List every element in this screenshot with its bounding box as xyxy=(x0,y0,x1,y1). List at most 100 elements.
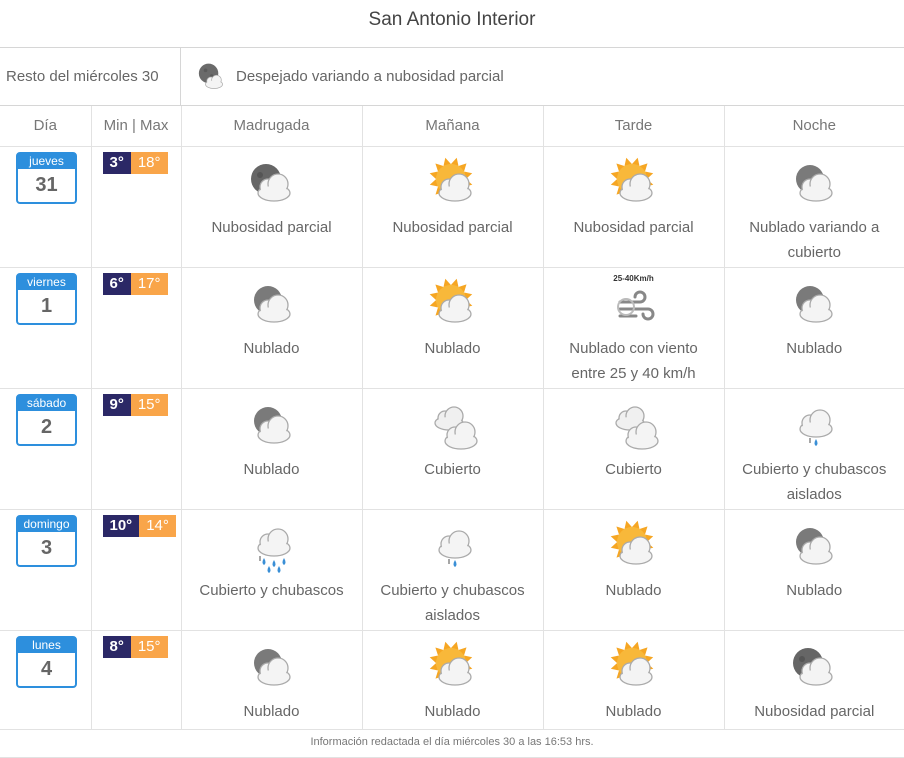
header-manana: Mañana xyxy=(362,106,544,147)
period-description: Nublado variando a cubierto xyxy=(749,218,880,261)
period-description: Nubosidad parcial xyxy=(754,702,875,720)
day-cell: jueves 31 xyxy=(0,146,92,268)
period-cell: Nublado xyxy=(543,509,725,631)
min-temperature: 6° xyxy=(102,272,131,295)
light-shower-icon xyxy=(799,408,833,446)
rain-showers-icon xyxy=(256,527,291,573)
calendar-day-number: 1 xyxy=(40,294,53,317)
day-cell: sábado 2 xyxy=(0,388,92,510)
period-cell: 25-40Km/h Nublado con viento entre 25 y 4… xyxy=(543,267,725,389)
period-description: Nublado xyxy=(424,339,481,357)
wind-icon xyxy=(616,290,654,320)
period-cell: Nublado xyxy=(181,267,363,389)
header-day: Día xyxy=(0,106,92,147)
period-description: Nublado xyxy=(605,702,662,720)
period-cell: Nublado variando a cubierto xyxy=(724,146,904,268)
cloud-icon xyxy=(253,648,291,686)
calendar-day-number: 4 xyxy=(40,657,53,680)
forecast-row: sábado 2 9° 15° Nublado Cubierto Cubierto Cubie… xyxy=(0,388,904,510)
period-cell: Nublado xyxy=(362,267,544,389)
calendar-day-number: 31 xyxy=(35,173,58,196)
period-description: Nublado xyxy=(605,581,662,599)
temperature-badge: 3° 18° xyxy=(102,151,168,174)
min-temperature: 3° xyxy=(102,151,131,174)
period-cell: Nublado xyxy=(181,388,363,510)
period-cell: Nublado xyxy=(362,630,544,730)
header-madrugada: Madrugada xyxy=(181,106,363,147)
calendar-badge: sábado 2 xyxy=(16,393,77,446)
period-cell: Cubierto y chubascos aislados xyxy=(362,509,544,631)
sun-cloud-icon xyxy=(610,157,653,202)
calendar-day-number: 2 xyxy=(40,415,53,438)
period-cell: Nubosidad parcial xyxy=(724,630,904,730)
period-description: Nublado xyxy=(786,339,843,357)
period-description: Nublado xyxy=(243,339,300,357)
sun-cloud-icon xyxy=(429,278,472,323)
period-description: Cubierto xyxy=(605,460,662,478)
period-description: Cubierto xyxy=(424,460,481,478)
period-description: Nublado xyxy=(424,702,481,720)
header-tarde: Tarde xyxy=(543,106,725,147)
sun-cloud-icon xyxy=(429,157,472,202)
temperature-badge: 9° 15° xyxy=(102,393,168,416)
header-noche: Noche xyxy=(724,106,904,147)
sun-cloud-icon xyxy=(610,641,653,686)
overcast-icon xyxy=(433,405,478,450)
overcast-icon xyxy=(614,405,659,450)
rest-of-day-description: Despejado variando a nubosidad parcial xyxy=(236,68,504,85)
period-description: Cubierto y chubascos xyxy=(199,581,344,599)
period-cell: Nubosidad parcial xyxy=(543,146,725,268)
calendar-badge: viernes 1 xyxy=(16,272,77,325)
calendar-weekday: lunes xyxy=(18,637,75,653)
forecast-row: viernes 1 6° 17° Nublado Nublado 25-40Km/h Nubl… xyxy=(0,267,904,389)
cloud-icon xyxy=(796,164,833,202)
forecast-row: domingo 3 10° 14° Cubierto y chubascos Cubier… xyxy=(0,509,904,631)
calendar-weekday: jueves xyxy=(18,153,75,169)
min-max-cell: 9° 15° xyxy=(91,388,182,510)
moon-cloud-icon xyxy=(250,163,291,202)
period-description: Cubierto y chubascos aislados xyxy=(742,460,887,503)
sun-cloud-icon xyxy=(429,641,472,686)
calendar-weekday: viernes xyxy=(18,274,75,290)
sun-cloud-icon xyxy=(610,520,653,565)
temperature-badge: 8° 15° xyxy=(102,635,168,658)
forecast-row: lunes 4 8° 15° Nublado Nublado Nublado Nubosida… xyxy=(0,630,904,730)
max-temperature: 17° xyxy=(130,272,168,295)
period-description: Nubosidad parcial xyxy=(573,218,694,236)
min-temperature: 9° xyxy=(102,393,131,416)
day-cell: domingo 3 xyxy=(0,509,92,631)
page-title: San Antonio Interior xyxy=(0,0,904,48)
light-shower-icon xyxy=(437,529,472,567)
calendar-badge: domingo 3 xyxy=(16,514,77,567)
period-description: Cubierto y chubascos aislados xyxy=(380,581,525,624)
period-cell: Nubosidad parcial xyxy=(181,146,363,268)
period-description: Nubosidad parcial xyxy=(392,218,513,236)
cloud-icon xyxy=(253,406,291,444)
calendar-badge: jueves 31 xyxy=(16,151,77,204)
cloud-icon xyxy=(796,285,833,323)
period-cell: Cubierto xyxy=(362,388,544,510)
wind-speed-label: 25-40Km/h xyxy=(613,273,654,283)
max-temperature: 18° xyxy=(130,151,168,174)
max-temperature: 15° xyxy=(130,635,168,658)
period-cell: Nublado xyxy=(724,267,904,389)
max-temperature: 15° xyxy=(130,393,168,416)
header-min-max: Min | Max xyxy=(91,106,182,147)
temperature-badge: 10° 14° xyxy=(102,514,176,537)
min-max-cell: 8° 15° xyxy=(91,630,182,730)
min-max-cell: 3° 18° xyxy=(91,146,182,268)
calendar-weekday: sábado xyxy=(18,395,75,411)
day-cell: viernes 1 xyxy=(0,267,92,389)
forecast-header-row: Día Min | Max Madrugada Mañana Tarde Noc… xyxy=(0,106,904,147)
rest-of-day-row: Resto del miércoles 30 Despejado variand… xyxy=(0,48,904,106)
day-cell: lunes 4 xyxy=(0,630,92,730)
min-temperature: 10° xyxy=(102,514,140,537)
min-max-cell: 10° 14° xyxy=(91,509,182,631)
max-temperature: 14° xyxy=(139,514,176,537)
calendar-day-number: 3 xyxy=(40,536,53,559)
period-description: Nublado con viento entre 25 y 40 km/h xyxy=(569,339,698,382)
period-description: Nublado xyxy=(243,702,300,720)
report-footer: Información redactada el día miércoles 3… xyxy=(0,727,904,758)
min-max-cell: 6° 17° xyxy=(91,267,182,389)
period-cell: Nublado xyxy=(181,630,363,730)
